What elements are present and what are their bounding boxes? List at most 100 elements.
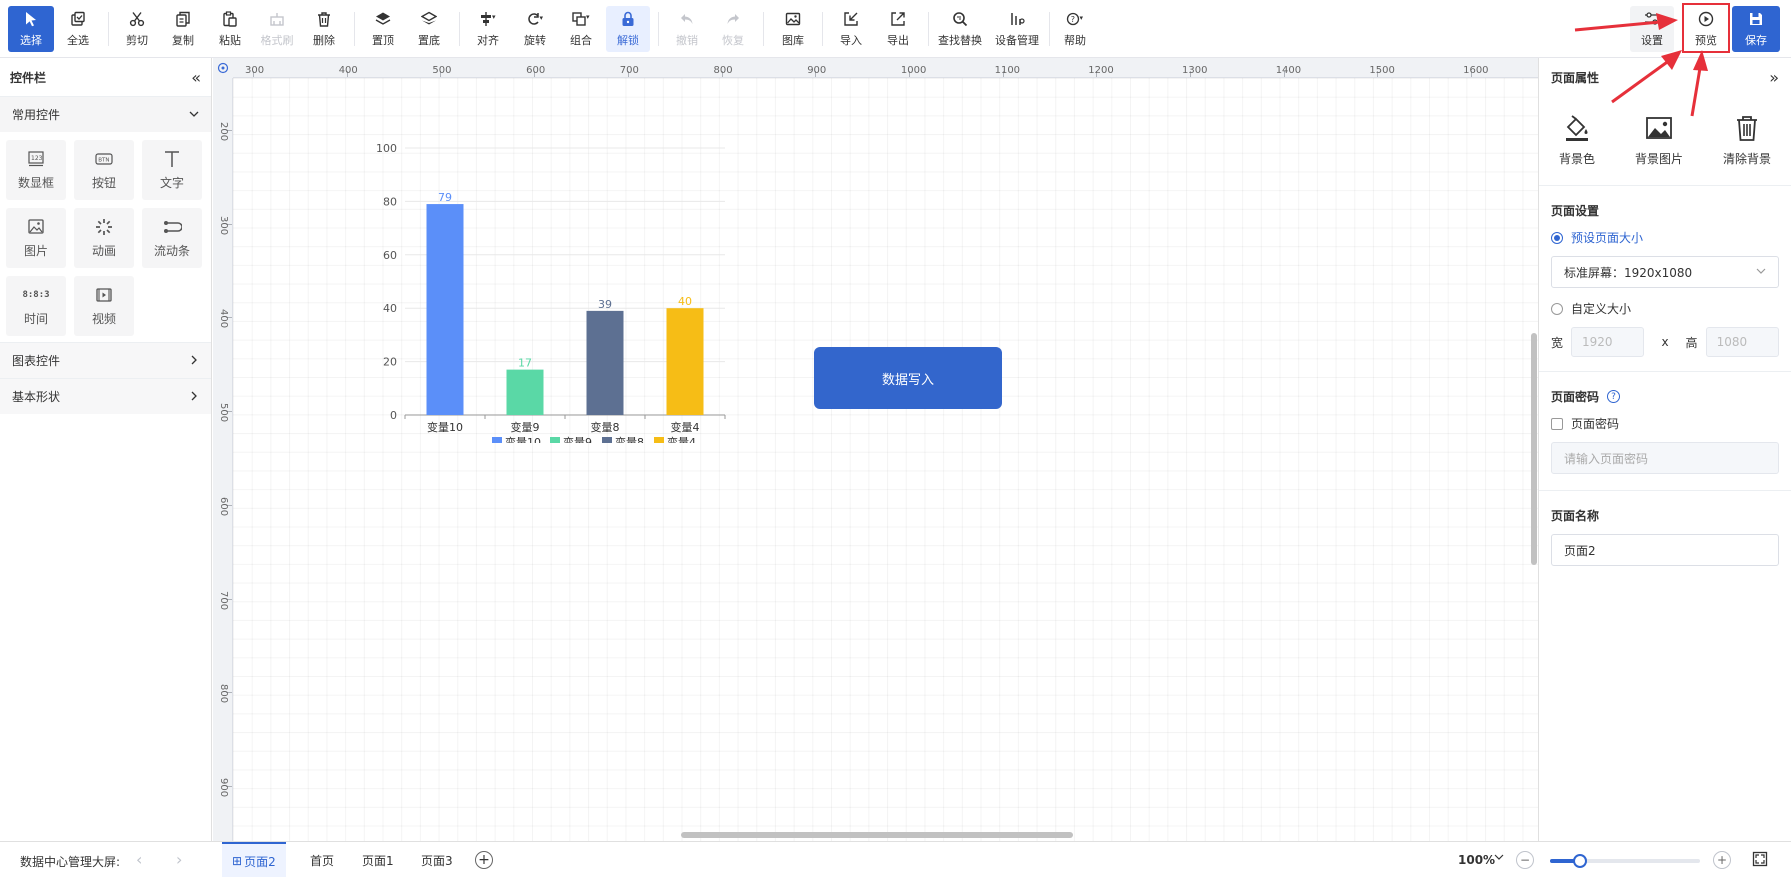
import-button[interactable]: 导入 <box>829 6 873 52</box>
cut-button[interactable]: 剪切 <box>115 6 159 52</box>
height-input[interactable]: 1080 <box>1705 327 1779 357</box>
control-label: 时间 <box>23 311 48 326</box>
ruler-label: 500 <box>218 403 229 423</box>
page-settings-title: 页面设置 <box>1551 202 1779 219</box>
button-icon: BTN <box>94 150 114 168</box>
ruler-label: 400 <box>338 65 358 76</box>
bring-top-button[interactable]: 置顶 <box>361 6 405 52</box>
help-circle-icon[interactable]: ? <box>1607 390 1621 403</box>
chevron-right-icon[interactable]: › <box>176 850 182 869</box>
preset-size-select[interactable]: 标准屏幕：1920x1080 <box>1551 256 1779 288</box>
page-tab-page2[interactable]: ⊞ 页面2 <box>222 842 286 877</box>
device-manage-button[interactable]: 设备管理 <box>992 6 1042 52</box>
legend-label: 变量4 <box>667 435 696 443</box>
data-write-button[interactable]: 数据写入 <box>814 347 1002 409</box>
ruler-origin-icon[interactable] <box>213 58 233 78</box>
zoom-out-button[interactable]: − <box>1516 851 1534 869</box>
vertical-scrollbar[interactable] <box>1531 333 1537 565</box>
horizontal-scrollbar[interactable] <box>681 832 1073 838</box>
layers-down-icon <box>420 10 438 28</box>
ruler-label: 300 <box>218 215 229 235</box>
import-label: 导入 <box>840 34 862 47</box>
background-color-button[interactable]: 背景色 <box>1559 112 1595 167</box>
legend-label: 变量8 <box>615 435 644 443</box>
group-button[interactable]: ▾ 组合 <box>559 6 603 52</box>
paste-button[interactable]: 粘贴 <box>208 6 252 52</box>
clear-background-button[interactable]: 清除背景 <box>1723 112 1771 167</box>
chart-bar <box>426 204 464 415</box>
custom-size-label: 自定义大小 <box>1571 302 1632 316</box>
format-brush-button[interactable]: 格式刷 <box>255 6 299 52</box>
toolbar-separator <box>108 12 109 46</box>
control-animation[interactable]: 动画 <box>74 208 134 268</box>
control-numeric-display[interactable]: 123 数显框 <box>6 140 66 200</box>
sliders-icon <box>1643 10 1661 28</box>
align-button[interactable]: ▾ 对齐 <box>466 6 510 52</box>
delete-button[interactable]: 删除 <box>302 6 346 52</box>
find-replace-button[interactable]: 查找替换 <box>935 6 985 52</box>
select-all-button[interactable]: 全选 <box>56 6 100 52</box>
control-text[interactable]: 文字 <box>142 140 202 200</box>
page-password-input[interactable]: 请输入页面密码 <box>1551 442 1779 474</box>
control-label: 流动条 <box>153 243 190 258</box>
collapse-left-icon[interactable]: « <box>191 68 201 87</box>
undo-button[interactable]: 撤销 <box>665 6 709 52</box>
export-button[interactable]: 导出 <box>876 6 920 52</box>
rotate-button[interactable]: ▾ 旋转 <box>513 6 557 52</box>
fullscreen-icon[interactable] <box>1752 851 1768 870</box>
format-brush-icon <box>268 10 286 28</box>
bar-chart[interactable]: 02040608010079变量1017变量939变量840变量4变量10 变量9… <box>325 143 837 443</box>
add-page-button[interactable]: + <box>475 851 493 869</box>
unlock-button[interactable]: 解锁 <box>606 6 650 52</box>
paste-label: 粘贴 <box>219 34 241 47</box>
page-tab-home[interactable]: 首页 <box>300 842 344 877</box>
custom-size-option[interactable]: 自定义大小 <box>1551 300 1779 317</box>
gallery-button[interactable]: 图库 <box>771 6 815 52</box>
control-flow-bar[interactable]: 流动条 <box>142 208 202 268</box>
width-input[interactable]: 1920 <box>1571 327 1645 357</box>
chart-controls-section[interactable]: 图表控件 <box>0 342 211 378</box>
control-video[interactable]: 视频 <box>74 276 134 336</box>
page-tab-page3[interactable]: 页面3 <box>411 842 463 877</box>
export-icon <box>889 10 907 28</box>
background-image-button[interactable]: 背景图片 <box>1635 112 1683 167</box>
chevron-left-icon[interactable]: ‹ <box>136 850 142 869</box>
common-controls-grid: 123 数显框 BTN 按钮 文字 图片 动画 流动条 8:8:3 时间 视频 <box>0 132 211 342</box>
chart-bar <box>506 369 544 415</box>
zoom-dropdown-icon[interactable] <box>1494 851 1504 865</box>
redo-button[interactable]: 恢复 <box>711 6 755 52</box>
select-tool-button[interactable]: 选择 <box>8 6 54 52</box>
zoom-slider-thumb[interactable] <box>1573 854 1587 868</box>
page-tab-page1[interactable]: 页面1 <box>352 842 404 877</box>
page-name-input[interactable]: 页面2 <box>1551 534 1779 566</box>
svg-text:▾: ▾ <box>540 14 544 22</box>
zoom-slider[interactable] <box>1550 854 1700 868</box>
height-value: 1080 <box>1716 335 1748 349</box>
ruler-label: 800 <box>713 65 733 76</box>
help-glyph: ? <box>1611 391 1616 402</box>
basic-shapes-section[interactable]: 基本形状 <box>0 378 211 414</box>
page-password-checkbox-row[interactable]: 页面密码 <box>1551 415 1779 432</box>
control-image[interactable]: 图片 <box>6 208 66 268</box>
collapse-right-icon[interactable]: » <box>1769 68 1779 87</box>
page-tab-label: 页面3 <box>421 853 453 868</box>
animation-icon <box>94 218 114 236</box>
layers-up-icon <box>374 10 392 28</box>
toolbar-separator <box>822 12 823 46</box>
control-button[interactable]: BTN 按钮 <box>74 140 134 200</box>
help-button[interactable]: ? ▾ 帮助 <box>1053 6 1097 52</box>
rotate-label: 旋转 <box>524 34 546 47</box>
copy-button[interactable]: 复制 <box>161 6 205 52</box>
preset-size-option[interactable]: 预设页面大小 <box>1551 229 1779 246</box>
page-tab-label: 页面2 <box>244 854 276 869</box>
save-button[interactable]: 保存 <box>1732 6 1780 52</box>
paste-icon <box>221 10 239 28</box>
zoom-in-button[interactable]: + <box>1713 851 1731 869</box>
zoom-level[interactable]: 100% <box>1458 853 1495 867</box>
settings-button[interactable]: 设置 <box>1630 6 1674 52</box>
controls-panel-title: 控件栏 <box>10 70 47 85</box>
common-controls-section[interactable]: 常用控件 <box>0 96 211 132</box>
control-time[interactable]: 8:8:3 时间 <box>6 276 66 336</box>
gallery-label: 图库 <box>782 34 804 47</box>
send-bottom-button[interactable]: 置底 <box>407 6 451 52</box>
